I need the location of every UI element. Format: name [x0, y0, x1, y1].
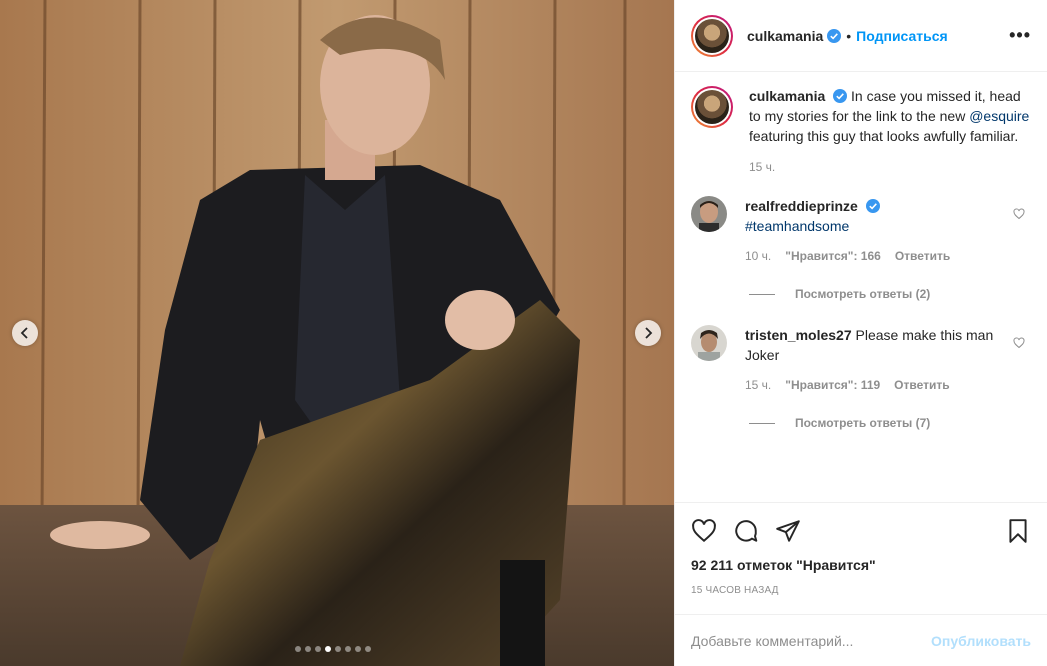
- heart-icon[interactable]: [691, 518, 717, 544]
- view-replies-label: Посмотреть ответы (2): [795, 287, 931, 301]
- caption-text-after: featuring this guy that looks awfully fa…: [749, 128, 1019, 144]
- verified-badge-icon: [827, 28, 842, 43]
- comment-likes-count[interactable]: "Нравится": 166: [785, 249, 881, 263]
- reply-button[interactable]: Ответить: [895, 249, 950, 263]
- post-timestamp[interactable]: 15 ЧАСОВ НАЗАД: [691, 585, 1031, 596]
- view-replies-button[interactable]: Посмотреть ответы (2): [749, 287, 1031, 301]
- carousel-next-button[interactable]: [635, 320, 661, 346]
- carousel-indicator: [295, 646, 371, 652]
- paper-plane-icon[interactable]: [775, 518, 801, 544]
- carousel-dot: [355, 646, 361, 652]
- post-actions: 92 211 отметок "Нравится" 15 ЧАСОВ НАЗАД: [675, 502, 1047, 614]
- comment-meta: 10 ч. "Нравится": 166 Ответить: [745, 249, 1031, 263]
- hashtag-link[interactable]: #teamhandsome: [745, 218, 849, 234]
- like-comment-heart-icon[interactable]: [1013, 337, 1025, 349]
- add-comment-bar: Опубликовать: [675, 614, 1047, 666]
- view-replies-button[interactable]: Посмотреть ответы (7): [749, 416, 1031, 430]
- instagram-post: culkamania • Подписаться ••• culkamania: [0, 0, 1047, 666]
- comment: realfreddieprinze #teamhandsome 10 ч. "Н…: [691, 196, 1031, 263]
- carousel-dot: [315, 646, 321, 652]
- comment-meta: 15 ч. "Нравится": 119 Ответить: [745, 378, 1031, 392]
- chevron-right-icon: [645, 327, 653, 339]
- caption-meta: 15 ч.: [749, 160, 1031, 174]
- publish-button[interactable]: Опубликовать: [931, 633, 1031, 649]
- reply-button[interactable]: Ответить: [894, 378, 949, 392]
- caption-avatar[interactable]: [691, 86, 733, 128]
- comment-icon[interactable]: [733, 518, 759, 544]
- comment-input[interactable]: [691, 632, 932, 649]
- action-icons: [691, 515, 1031, 547]
- verified-badge-icon: [865, 199, 880, 213]
- replies-divider-line: [749, 422, 775, 424]
- comment-time: 15 ч.: [745, 378, 772, 392]
- author-avatar[interactable]: [691, 14, 733, 57]
- separator-dot: •: [846, 27, 852, 44]
- post-photo[interactable]: [0, 0, 674, 666]
- bookmark-icon[interactable]: [1005, 518, 1031, 544]
- likes-count[interactable]: 92 211 отметок "Нравится": [691, 557, 1031, 573]
- comment-likes-count[interactable]: "Нравится": 119: [785, 378, 880, 392]
- caption-text: culkamania In case you missed it, head t…: [749, 86, 1031, 146]
- caption-time: 15 ч.: [749, 160, 776, 174]
- comment-text: realfreddieprinze #teamhandsome: [745, 196, 1031, 236]
- post-image: [0, 0, 674, 666]
- comments-list: culkamania In case you missed it, head t…: [675, 72, 1047, 502]
- commenter-avatar[interactable]: [691, 325, 727, 361]
- comment-time: 10 ч.: [745, 249, 772, 263]
- commenter-avatar[interactable]: [691, 196, 727, 232]
- carousel-dot: [305, 646, 311, 652]
- carousel-dot-active: [325, 646, 331, 652]
- chevron-left-icon: [20, 327, 28, 339]
- more-options-icon[interactable]: •••: [1009, 25, 1031, 46]
- post-header: culkamania • Подписаться •••: [675, 0, 1047, 72]
- carousel-dot: [295, 646, 301, 652]
- view-replies-label: Посмотреть ответы (7): [795, 416, 931, 430]
- commenter-username[interactable]: tristen_moles27: [745, 327, 852, 343]
- post-sidebar: culkamania • Подписаться ••• culkamania: [674, 0, 1047, 666]
- carousel-dot: [365, 646, 371, 652]
- carousel-dot: [335, 646, 341, 652]
- verified-badge-icon: [833, 89, 848, 103]
- caption: culkamania In case you missed it, head t…: [691, 86, 1031, 174]
- like-comment-heart-icon[interactable]: [1013, 208, 1025, 220]
- commenter-username[interactable]: realfreddieprinze: [745, 198, 858, 214]
- comment-text: tristen_moles27 Please make this man Jok…: [745, 325, 1031, 365]
- replies-divider-line: [749, 293, 775, 295]
- caption-username[interactable]: culkamania: [749, 88, 825, 104]
- carousel-dot: [345, 646, 351, 652]
- follow-button[interactable]: Подписаться: [856, 28, 948, 44]
- mention-link[interactable]: @esquire: [969, 108, 1029, 124]
- carousel-prev-button[interactable]: [12, 320, 38, 346]
- comment: tristen_moles27 Please make this man Jok…: [691, 325, 1031, 392]
- author-username[interactable]: culkamania: [747, 28, 823, 44]
